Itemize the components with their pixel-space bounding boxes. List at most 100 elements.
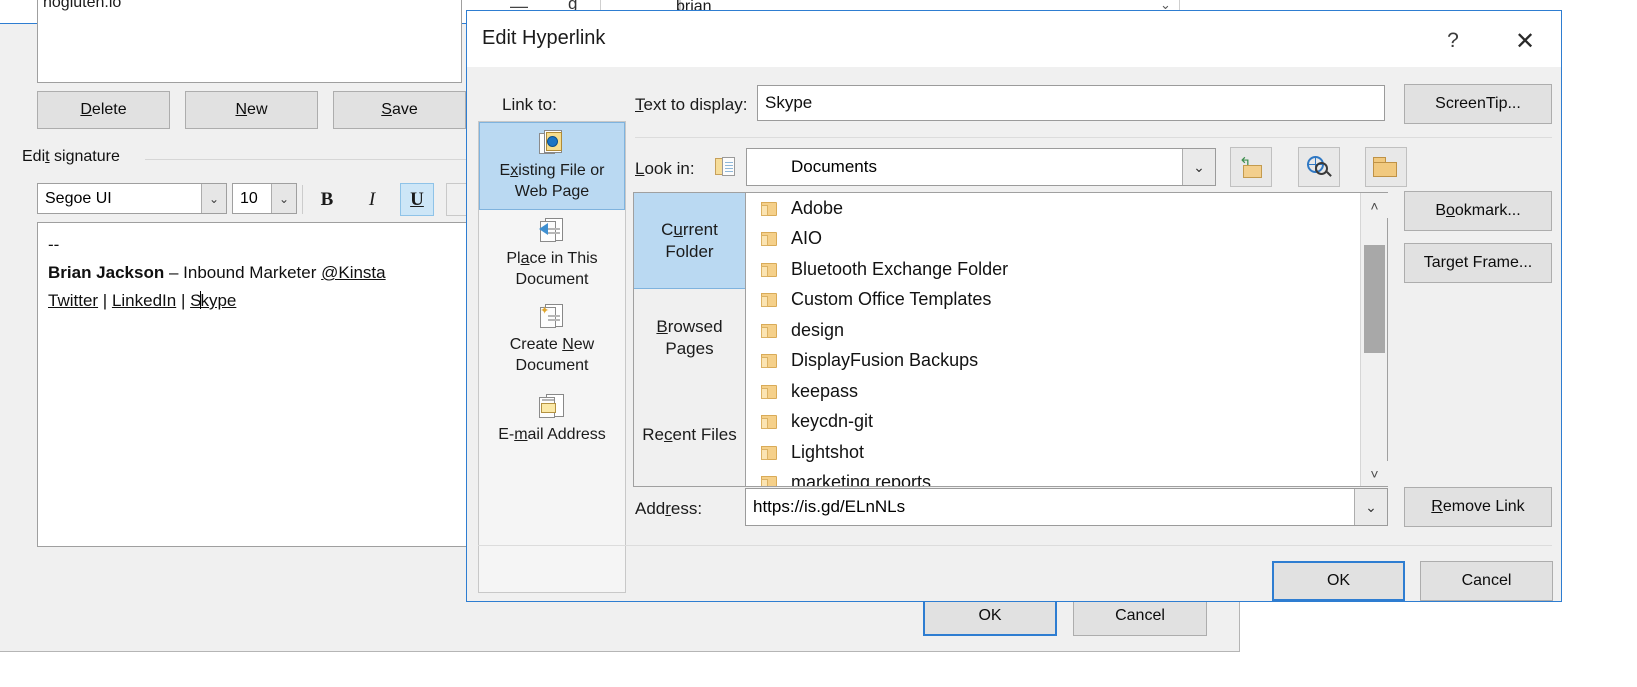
link-to-place-in-this-document[interactable]: Place in This Document: [479, 211, 625, 297]
existing-label-line2: Web Page: [514, 183, 590, 200]
look-in-value: Documents: [791, 157, 877, 176]
place-in-document-icon: [537, 217, 567, 245]
scroll-down-arrow-icon[interactable]: ˅: [1361, 461, 1388, 486]
signature-link-twitter[interactable]: Twitter: [48, 291, 98, 310]
close-x-icon[interactable]: ✕: [1503, 24, 1547, 58]
dialog-titlebar: Edit Hyperlink ? ✕: [467, 11, 1561, 67]
scroll-up-arrow-icon[interactable]: ˄: [1361, 193, 1388, 218]
delete-button[interactable]: Delete: [37, 91, 170, 129]
signatures-ok-button[interactable]: OK: [923, 596, 1057, 636]
address-label-pre: Add: [635, 499, 666, 518]
new-button[interactable]: New: [185, 91, 318, 129]
screentip-button[interactable]: ScreenTip...: [1404, 84, 1552, 124]
list-item[interactable]: Adobe: [747, 193, 1359, 224]
folder-icon: [761, 384, 778, 399]
tab-recent-files[interactable]: Recent Files: [634, 387, 745, 483]
open-folder-glyph: [1373, 157, 1399, 177]
list-item[interactable]: marketing reports: [747, 468, 1359, 486]
bookmark-button[interactable]: Bookmark...: [1404, 191, 1552, 231]
tab-current-folder[interactable]: Current Folder: [634, 193, 745, 289]
signature-list-item[interactable]: nogluten.io: [43, 0, 456, 12]
documents-folder-icon: [715, 156, 739, 178]
signature-link-linkedin[interactable]: LinkedIn: [112, 291, 176, 310]
address-chevron-down-icon[interactable]: ⌄: [1354, 489, 1387, 525]
recent-files-accel: c: [663, 425, 673, 444]
link-to-email-address[interactable]: E-mail Address: [479, 387, 625, 453]
folder-icon: [761, 323, 778, 338]
list-item[interactable]: keycdn-git: [747, 407, 1359, 438]
list-item-label: marketing reports: [791, 472, 932, 486]
folder-icon: [761, 475, 778, 486]
look-in-combo[interactable]: Documents ⌄: [715, 148, 1216, 186]
browse-the-web-icon[interactable]: [1298, 147, 1340, 187]
divider-below-text-to-display: [635, 137, 1552, 138]
dialog-body: Link to: Existing File or Web Page Place…: [467, 67, 1561, 601]
link-to-existing-file-or-web-page[interactable]: Existing File or Web Page: [479, 122, 625, 210]
email-label-post: ail Address: [527, 426, 606, 443]
signature-link-skype[interactable]: Skype: [190, 291, 236, 310]
address-value[interactable]: https://is.gd/ELnNLs: [746, 497, 1354, 517]
list-item-label: Adobe: [791, 197, 844, 218]
globe-magnifier-glyph: [1306, 155, 1332, 179]
file-list-scrollbar[interactable]: ˄ ˅: [1360, 193, 1388, 486]
list-item-label: Custom Office Templates: [791, 289, 992, 310]
up-folder-glyph: ↰: [1238, 156, 1264, 178]
browse-tab-column: Current Folder Browsed Pages Recent Files: [634, 193, 746, 486]
file-list[interactable]: Adobe AIO Bluetooth Exchange Folder Cust…: [747, 193, 1359, 486]
bookmark-accel: o: [1445, 202, 1455, 219]
save-button[interactable]: Save: [333, 91, 466, 129]
help-question-icon[interactable]: ?: [1431, 24, 1475, 58]
list-item[interactable]: Custom Office Templates: [747, 285, 1359, 316]
create-label-post: ew: [573, 336, 595, 353]
list-item-label: design: [791, 319, 845, 340]
italic-button[interactable]: I: [355, 183, 389, 216]
link-to-label: Link to:: [502, 95, 557, 114]
list-item[interactable]: design: [747, 315, 1359, 346]
signature-handle-link[interactable]: @Kinsta: [321, 263, 386, 282]
folder-icon: [761, 262, 778, 277]
tab-browsed-pages[interactable]: Browsed Pages: [634, 290, 745, 386]
edit-hyperlink-dialog: Edit Hyperlink ? ✕ Link to: Existing Fil…: [466, 10, 1562, 602]
list-item[interactable]: Bluetooth Exchange Folder: [747, 254, 1359, 285]
folder-icon: [761, 231, 778, 247]
folder-icon: [761, 292, 778, 308]
dialog-title: Edit Hyperlink: [482, 27, 606, 49]
list-item[interactable]: keepass: [747, 376, 1359, 407]
list-item[interactable]: DisplayFusion Backups: [747, 346, 1359, 377]
remove-link-button[interactable]: Remove Link: [1404, 487, 1552, 527]
bold-button[interactable]: B: [310, 183, 344, 216]
link-to-panel: Existing File or Web Page Place in This Do…: [478, 121, 626, 593]
link-to-existing-label: Existing File or Web Page: [499, 162, 605, 200]
address-combo[interactable]: https://is.gd/ELnNLs ⌄: [745, 488, 1388, 526]
font-size-chevron-down-icon[interactable]: ⌄: [271, 184, 296, 213]
font-family-chevron-down-icon[interactable]: ⌄: [201, 184, 226, 213]
look-in-value-wrap: Documents: [715, 157, 1182, 177]
list-item-label: Lightshot: [791, 441, 865, 462]
email-label-pre: E-: [498, 426, 515, 443]
target-frame-button[interactable]: Target Frame...: [1404, 243, 1552, 283]
signatures-cancel-button[interactable]: Cancel: [1073, 596, 1207, 636]
current-folder-line2: Folder: [665, 241, 714, 261]
underline-button[interactable]: U: [400, 183, 434, 216]
browse-for-file-icon[interactable]: [1365, 147, 1407, 187]
delete-label-rest: elete: [91, 101, 127, 118]
signature-role: – Inbound Marketer: [164, 263, 322, 282]
link-to-email-label: E-mail Address: [498, 424, 606, 445]
text-to-display-label-post: ext to display:: [643, 95, 748, 114]
dialog-cancel-button[interactable]: Cancel: [1420, 561, 1553, 601]
link-to-create-new-document[interactable]: ✦ Create New Document: [479, 297, 625, 383]
existing-file-web-page-icon: [537, 129, 567, 157]
list-item[interactable]: Lightshot: [747, 437, 1359, 468]
up-one-folder-icon[interactable]: ↰: [1230, 147, 1272, 187]
create-label-line2: Document: [515, 357, 589, 374]
text-caret: [200, 291, 202, 309]
dialog-ok-button[interactable]: OK: [1272, 561, 1405, 601]
look-in-chevron-down-icon[interactable]: ⌄: [1182, 149, 1215, 185]
text-to-display-input[interactable]: Skype: [757, 85, 1385, 121]
font-size-combo[interactable]: 10 ⌄: [232, 183, 297, 214]
list-item[interactable]: AIO: [747, 224, 1359, 255]
scrollbar-thumb[interactable]: [1364, 245, 1385, 353]
address-label: Address:: [635, 499, 702, 519]
font-family-combo[interactable]: Segoe UI ⌄: [37, 183, 227, 214]
signature-list[interactable]: nogluten.io: [37, 0, 462, 83]
